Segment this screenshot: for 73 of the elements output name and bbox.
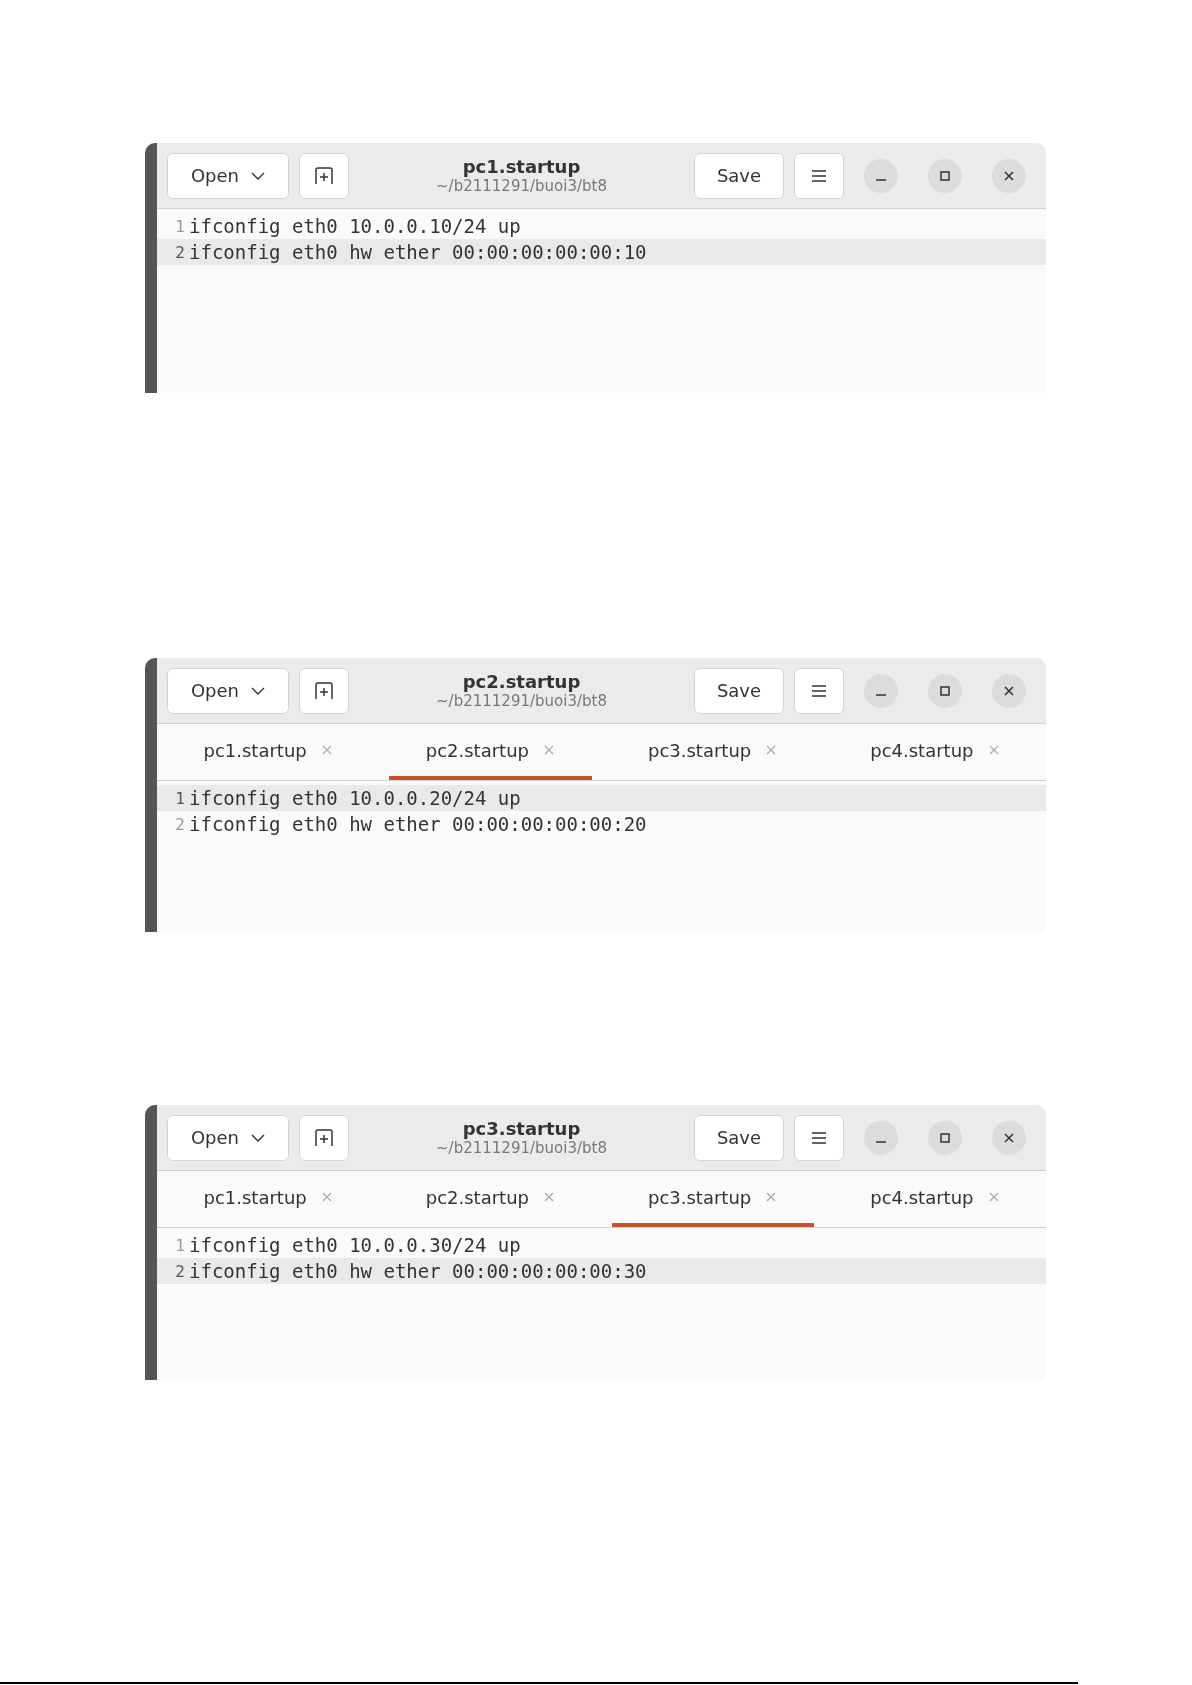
open-button[interactable]: Open	[167, 1114, 289, 1161]
close-icon	[1003, 684, 1015, 697]
caret-icon	[251, 171, 266, 180]
close-tab-icon[interactable]	[765, 1191, 778, 1203]
close-tab-icon[interactable]	[320, 744, 333, 756]
new-tab-button[interactable]	[299, 152, 349, 199]
close-icon	[1003, 169, 1015, 182]
menu-icon	[811, 683, 827, 698]
close-icon	[1003, 1131, 1015, 1144]
menu-icon	[811, 168, 827, 183]
maximize-button[interactable]	[928, 673, 962, 708]
save-button[interactable]: Save	[694, 667, 784, 714]
tab[interactable]: pc1.startup	[167, 1171, 370, 1227]
save-button[interactable]: Save	[694, 1114, 784, 1161]
maximize-button[interactable]	[928, 1120, 962, 1155]
caret-icon	[251, 686, 266, 695]
text-area[interactable]: 1 ifconfig eth0 10.0.0.30/24 up 2 ifconfig eth0 hw ether 00:00:00:00:00:30	[157, 1228, 1046, 1284]
window-title: pc3.startup	[461, 1118, 582, 1139]
tab[interactable]: pc2.startup	[389, 724, 592, 780]
tab[interactable]: pc4.startup	[833, 724, 1036, 780]
code-line: ifconfig eth0 hw ether 00:00:00:00:00:20	[189, 813, 647, 835]
close-tab-icon[interactable]	[987, 1191, 1000, 1203]
text-area[interactable]: 1 ifconfig eth0 10.0.0.20/24 up 2 ifconfig eth0 hw ether 00:00:00:00:00:20	[157, 781, 1046, 837]
window-title: pc2.startup	[461, 671, 582, 692]
close-button[interactable]	[992, 1120, 1026, 1155]
maximize-icon	[939, 169, 951, 182]
close-button[interactable]	[992, 673, 1026, 708]
minimize-icon	[876, 693, 886, 696]
tab[interactable]: pc4.startup	[833, 1171, 1036, 1227]
line-number: 2	[174, 1261, 186, 1281]
close-tab-icon[interactable]	[765, 744, 778, 756]
code-line: ifconfig eth0 10.0.0.10/24 up	[189, 215, 521, 237]
new-tab-button[interactable]	[299, 667, 349, 714]
open-button[interactable]: Open	[167, 152, 289, 199]
line-number: 2	[174, 242, 186, 262]
tab[interactable]: pc2.startup	[389, 1171, 592, 1227]
menu-button[interactable]	[794, 152, 844, 199]
file-path: ~/b2111291/buoi3/bt8	[435, 177, 608, 195]
menu-icon	[811, 1130, 827, 1145]
code-line: ifconfig eth0 hw ether 00:00:00:00:00:30	[189, 1260, 647, 1282]
text-area[interactable]: 1 ifconfig eth0 10.0.0.10/24 up 2 ifconfig eth0 hw ether 00:00:00:00:00:10	[157, 209, 1046, 265]
close-tab-icon[interactable]	[987, 744, 1000, 756]
code-line: ifconfig eth0 10.0.0.30/24 up	[189, 1234, 521, 1256]
menu-button[interactable]	[794, 667, 844, 714]
code-line: ifconfig eth0 hw ether 00:00:00:00:00:10	[189, 241, 647, 263]
maximize-button[interactable]	[928, 158, 962, 193]
new-tab-button[interactable]	[299, 1114, 349, 1161]
new-tab-icon	[314, 1128, 334, 1147]
file-path: ~/b2111291/buoi3/bt8	[435, 692, 608, 710]
minimize-icon	[876, 1140, 886, 1143]
menu-button[interactable]	[794, 1114, 844, 1161]
new-tab-icon	[314, 681, 334, 700]
save-button[interactable]: Save	[694, 152, 784, 199]
line-number: 1	[174, 216, 186, 236]
tab[interactable]: pc3.startup	[611, 1171, 814, 1227]
code-line: ifconfig eth0 10.0.0.20/24 up	[189, 787, 521, 809]
file-path: ~/b2111291/buoi3/bt8	[435, 1139, 608, 1157]
window-title: pc1.startup	[461, 156, 582, 177]
line-number: 2	[174, 814, 186, 834]
tab[interactable]: pc3.startup	[611, 724, 814, 780]
tab[interactable]: pc1.startup	[167, 724, 370, 780]
new-tab-icon	[314, 166, 334, 185]
caret-icon	[251, 1133, 266, 1142]
line-number: 1	[174, 1235, 186, 1255]
close-tab-icon[interactable]	[543, 1191, 555, 1203]
close-tab-icon[interactable]	[320, 1191, 333, 1203]
maximize-icon	[939, 1131, 951, 1144]
line-number: 1	[174, 788, 186, 808]
maximize-icon	[939, 684, 951, 697]
close-tab-icon[interactable]	[543, 744, 555, 756]
minimize-icon	[876, 178, 886, 181]
open-button[interactable]: Open	[167, 667, 289, 714]
close-button[interactable]	[992, 158, 1026, 193]
